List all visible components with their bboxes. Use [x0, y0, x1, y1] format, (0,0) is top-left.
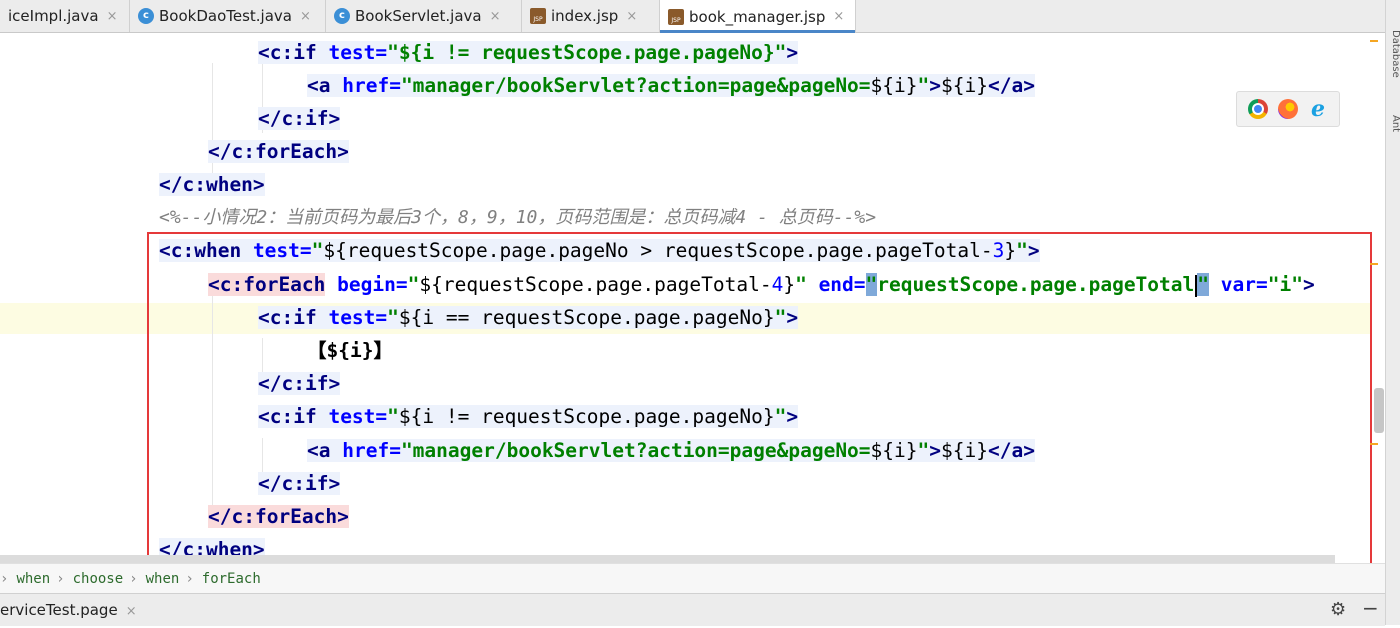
editor-tab-bar: iceImpl.java × c BookDaoTest.java × c Bo… [0, 0, 1385, 33]
code-line[interactable]: <c:if test="${i != requestScope.page.pag… [258, 37, 799, 69]
tab-label: book_manager.jsp [689, 7, 826, 26]
ant-tool-button[interactable]: Ant [1386, 115, 1400, 132]
firefox-icon[interactable] [1278, 99, 1298, 119]
vertical-scrollbar-thumb[interactable] [1374, 388, 1384, 433]
tab-index-jsp[interactable]: index.jsp × [522, 0, 660, 32]
run-config-tab[interactable]: erviceTest.page × [0, 594, 137, 626]
change-marker [1370, 40, 1378, 42]
tab-label: index.jsp [551, 7, 619, 25]
chrome-icon[interactable] [1248, 99, 1268, 119]
horizontal-scrollbar[interactable] [0, 555, 1335, 563]
java-class-icon: c [138, 8, 154, 24]
right-tool-strip: Database Ant [1385, 0, 1400, 625]
code-line[interactable]: </c:if> [258, 103, 341, 135]
run-config-label: erviceTest.page [0, 601, 118, 619]
close-icon[interactable]: × [490, 9, 501, 24]
breadcrumb-item-when[interactable]: when [146, 571, 180, 587]
code-line[interactable]: <c:if test="${i == requestScope.page.pag… [258, 302, 799, 334]
jsp-file-icon [530, 8, 546, 24]
breadcrumb: › when › choose › when › forEach [0, 563, 1385, 594]
tab-label: BookServlet.java [355, 7, 482, 25]
close-icon[interactable]: × [833, 9, 844, 24]
breadcrumb-item-foreach[interactable]: forEach [202, 571, 261, 587]
code-line[interactable]: <c:if test="${i != requestScope.page.pag… [258, 401, 799, 433]
minimize-icon[interactable]: − [1362, 596, 1379, 620]
tab-serviceimpl-java[interactable]: iceImpl.java × [0, 0, 130, 32]
gear-icon[interactable]: ⚙ [1330, 599, 1346, 620]
code-line-current[interactable]: <c:forEach begin="${requestScope.page.pa… [208, 269, 1315, 301]
breadcrumb-item-when[interactable]: when [16, 571, 50, 587]
tab-bookservlet-java[interactable]: c BookServlet.java × [326, 0, 522, 32]
close-icon[interactable]: × [300, 9, 311, 24]
code-line[interactable]: </c:forEach> [208, 136, 349, 168]
code-line[interactable]: <a href="manager/bookServlet?action=page… [307, 70, 1035, 102]
database-tool-button[interactable]: Database [1386, 30, 1400, 78]
close-icon[interactable]: × [107, 9, 118, 24]
code-editor[interactable]: <c:if test="${i != requestScope.page.pag… [0, 33, 1385, 563]
code-line[interactable]: </c:forEach> [208, 501, 349, 533]
ie-icon[interactable]: e [1308, 98, 1328, 120]
tab-book-manager-jsp[interactable]: book_manager.jsp × [660, 0, 856, 33]
breadcrumb-item-choose[interactable]: choose [73, 571, 124, 587]
jsp-comment-line[interactable]: <%--小情况2：当前页码为最后3个，8，9，10，页码范围是：总页码减4 - … [159, 202, 876, 234]
code-line[interactable]: <a href="manager/bookServlet?action=page… [307, 435, 1035, 467]
close-icon[interactable]: × [126, 604, 137, 619]
code-line[interactable]: </c:if> [258, 368, 341, 400]
code-line[interactable]: 【${i}】 [307, 335, 393, 367]
java-class-icon: c [334, 8, 350, 24]
open-in-browser-popup: e [1236, 91, 1340, 127]
run-tool-window-bar: erviceTest.page × ⚙ − [0, 593, 1385, 626]
tab-label: iceImpl.java [8, 7, 99, 25]
change-marker [1370, 443, 1378, 445]
indent-guide [212, 283, 213, 513]
jsp-file-icon [668, 8, 684, 25]
code-line[interactable]: </c:if> [258, 468, 341, 500]
tab-label: BookDaoTest.java [159, 7, 292, 25]
close-icon[interactable]: × [626, 9, 637, 24]
tab-bookdaotest-java[interactable]: c BookDaoTest.java × [130, 0, 326, 32]
code-line[interactable]: </c:when> [159, 169, 265, 201]
code-line[interactable]: <c:when test="${requestScope.page.pageNo… [159, 235, 1040, 267]
change-marker [1370, 263, 1378, 265]
